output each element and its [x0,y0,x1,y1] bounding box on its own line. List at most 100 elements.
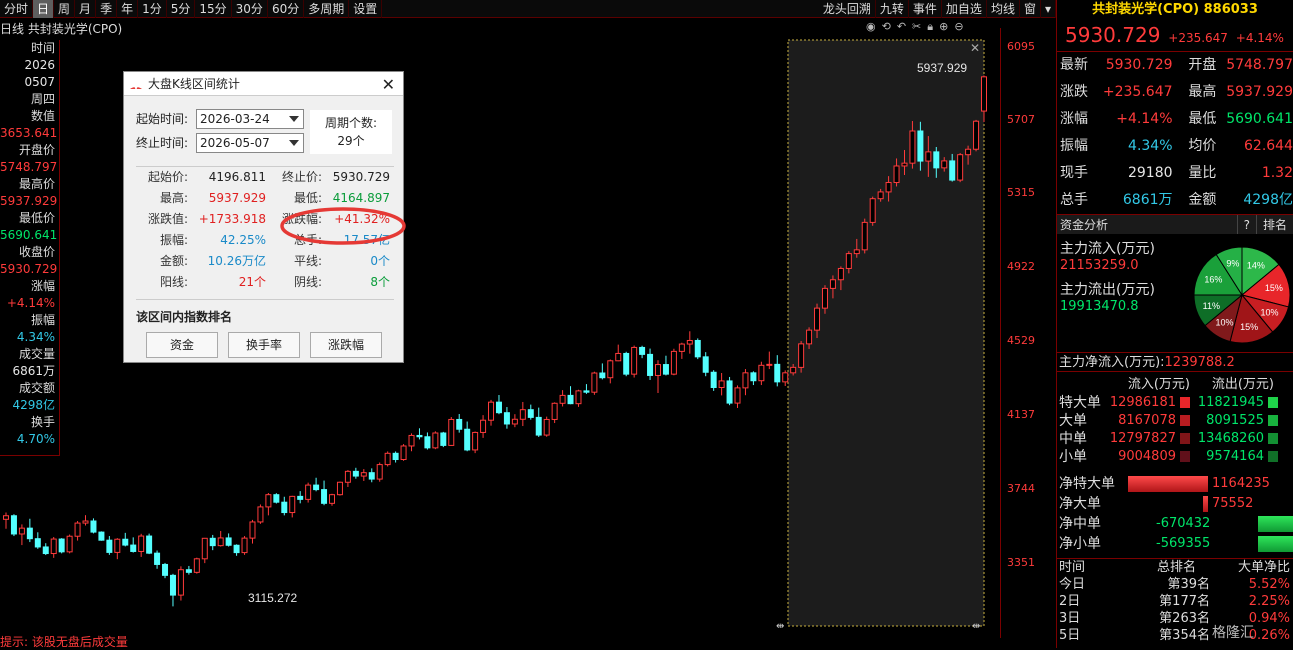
rank-number: 177名 [1172,594,1210,609]
candle-body [74,522,81,537]
info-label: 时间 [30,41,55,55]
stats-label: 金额: [159,254,188,268]
order-type-label: 中单 [1059,431,1087,447]
quote-label: 振幅 [1060,138,1088,154]
rank-period: 2日 [1059,594,1081,609]
candle-body [209,537,216,547]
candle-body [535,416,542,436]
axis-tick-label: 5315 [1007,186,1035,199]
stats-label: 振幅: [159,233,188,247]
period-tab-10[interactable]: 60分 [268,0,305,18]
toolbar-item-4[interactable]: 均线 [987,0,1020,18]
price-pct: +4.14% [1235,31,1284,45]
change-rank-button[interactable]: 涨跌幅 [310,332,382,358]
help-button[interactable]: ? [1236,215,1256,234]
period-tab-1[interactable]: 日 [33,0,55,18]
region-handle-left[interactable]: ⇹ [776,621,784,632]
net-order-label: 净特大单 [1059,476,1115,492]
fan-icon [130,79,142,90]
info-label: 数值 [30,109,55,123]
candle-body [177,569,184,596]
quote-label: 涨幅 [1060,111,1088,127]
period-tab-11[interactable]: 多周期 [304,0,350,18]
region-handle-right[interactable]: ⇹ [972,621,980,632]
candle-body [845,253,852,269]
period-tab-9[interactable]: 30分 [232,0,268,18]
toolbar-item-0[interactable]: 龙头回溯 [819,0,876,18]
period-tab-3[interactable]: 月 [75,0,97,18]
candle-body [519,409,526,420]
fund-rank-button[interactable]: 资金 [146,332,218,358]
rank-ratio: 2.25% [1248,594,1290,609]
candle-body [408,434,415,447]
candle-body [734,387,741,404]
info-label: 周四 [30,92,55,106]
toolbar-item-3[interactable]: 加自选 [942,0,987,18]
period-tab-5[interactable]: 年 [117,0,139,18]
toolbar-item-2[interactable]: 事件 [909,0,942,18]
quote-value: +4.14% [1116,111,1173,127]
rank-prefix: 第 [1159,628,1173,643]
order-row: 大单 8167078 8091525 [1056,412,1293,430]
period-tab-4[interactable]: 季 [96,0,118,18]
axis-tick-label: 4529 [1007,334,1035,347]
info-value: +4.14% [6,296,55,310]
candle-body [718,380,725,388]
candle-body [750,372,757,382]
candle-body [201,537,208,560]
candle-body [583,390,590,393]
candle-body [678,343,685,352]
candle-body [814,307,821,331]
quote-value: 1.32 [1261,165,1293,181]
rank-period: 3日 [1059,611,1081,626]
start-time-select[interactable]: 2026-03-24 [196,109,304,129]
candle-body [901,162,908,167]
close-icon[interactable]: ✕ [382,73,395,97]
period-tab-7[interactable]: 5分 [167,0,196,18]
period-tab-8[interactable]: 15分 [195,0,232,18]
net-inflow-label: 主力净流入(万元): [1059,355,1165,370]
order-row: 特大单 12986181 11821945 [1056,394,1293,412]
quote-value: 4.34% [1128,138,1173,154]
order-type-label: 特大单 [1059,395,1101,411]
main-net-inflow: 主力净流入(万元):1239788.2 [1056,352,1293,372]
toolbar-item-5[interactable]: 窗 [1020,0,1041,18]
candle-body [313,484,320,491]
close-x-icon[interactable]: ✕ [970,41,980,55]
info-value: 0507 [24,75,55,89]
candle-body [122,538,129,546]
period-tab-12[interactable]: 设置 [349,0,383,18]
price-change: +235.647 [1168,31,1228,45]
inflow-bar [1180,433,1190,444]
stats-label: 最高: [159,191,188,205]
stats-value: 0个 [370,254,390,268]
period-count-value: 29个 [337,134,365,148]
candle-body [647,353,654,376]
period-tab-0[interactable]: 分时 [0,0,34,18]
toolbar-item-1[interactable]: 九转 [876,0,909,18]
order-outflow-value: 9574164 [1206,449,1264,464]
candle-body [829,279,836,289]
rank-tab[interactable]: 排名 [1255,215,1293,234]
stats-value: +1733.918 [198,212,266,226]
candle-body [790,366,797,374]
quote-label: 总手 [1060,192,1088,208]
period-tab-6[interactable]: 1分 [138,0,167,18]
turnover-rank-button[interactable]: 换手率 [228,332,300,358]
period-toolbar: 分时日周月季年 1分 5分 15分 30分 60分 多周期 设置 龙头回溯 九转 事件 加自选 均线窗 ▾ [0,0,1056,18]
candle-body [321,489,328,504]
candle-body [26,527,33,540]
period-tab-2[interactable]: 周 [54,0,76,18]
period-count-box: 周期个数: 29个 [310,110,392,154]
axis-tick-label: 4137 [1007,408,1035,421]
end-time-select[interactable]: 2026-05-07 [196,133,304,153]
inflow-bar [1180,415,1190,426]
quote-label: 涨跌 [1060,84,1088,100]
toolbar-item-6[interactable]: ▾ [1041,0,1056,18]
range-stats-dialog[interactable]: 大盘K线区间统计 ✕ 起始时间: 2026-03-24 终止时间: 2026-0… [123,71,406,363]
candle-body [567,394,574,405]
rank-number: 263名 [1172,611,1210,626]
candle-body [527,409,534,418]
inflow-header: 流入(万元) [1127,377,1190,392]
net-order-value: 1164235 [1212,476,1270,491]
